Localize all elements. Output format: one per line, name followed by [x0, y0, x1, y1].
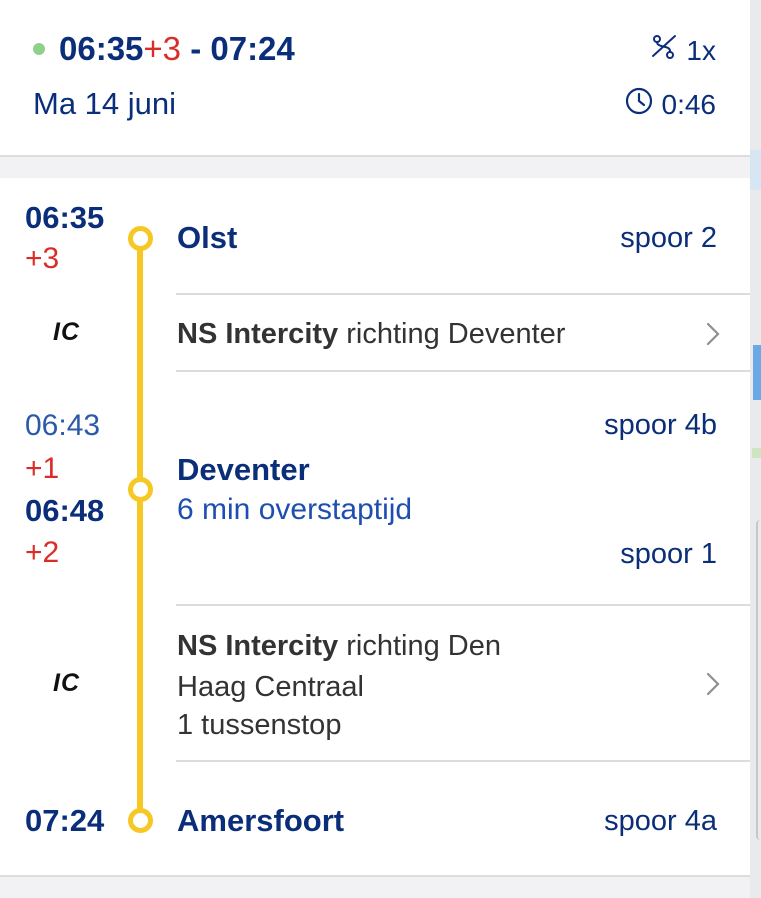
departure-time: 06:35	[25, 200, 105, 235]
divider	[176, 293, 750, 295]
map-water	[753, 345, 761, 400]
direction: richting Den	[338, 630, 501, 662]
journey-times: 06:35+3 - 07:24	[59, 30, 295, 68]
map-water	[750, 150, 761, 190]
train-type-badge: IC	[53, 669, 80, 697]
station-deventer[interactable]: Deventer	[177, 452, 310, 488]
chevron-right-icon	[706, 322, 720, 346]
divider	[176, 604, 750, 606]
station-amersfoort[interactable]: Amersfoort	[177, 803, 344, 839]
clock-icon	[624, 86, 654, 123]
transfer-count-label: 1x	[686, 34, 716, 66]
departure-time: 06:35	[59, 30, 144, 67]
stop-node-deventer	[128, 477, 153, 502]
transfer-time: 6 min overstaptijd	[177, 493, 413, 526]
arrival-time-deventer: 06:43	[25, 409, 101, 442]
chevron-right-icon	[706, 672, 720, 696]
platform-olst: spoor 2	[620, 222, 717, 254]
direction-continued: Haag Centraal	[177, 671, 364, 703]
operator: NS Intercity	[177, 630, 339, 662]
platform-amersfoort: spoor 4a	[604, 805, 717, 837]
journey-date: Ma 14 juni	[33, 86, 177, 121]
departure-platform-deventer: spoor 1	[620, 538, 717, 570]
arrival-time: 07:24	[210, 30, 295, 67]
station-olst[interactable]: Olst	[177, 220, 237, 256]
operator: NS Intercity	[177, 318, 339, 350]
time-separator: -	[181, 30, 211, 67]
departure-delay-deventer: +2	[25, 536, 60, 569]
departure-time-deventer: 06:48	[25, 493, 105, 528]
map-road	[756, 520, 760, 840]
journey-summary: 06:35+3 - 07:24 Ma 14 juni 1x 0:46	[0, 0, 750, 157]
transfer-count: 1x	[648, 32, 716, 69]
leg-description: NS Intercity richting Den	[177, 626, 501, 666]
stop-node-amersfoort	[128, 808, 153, 833]
direction: richting Deventer	[338, 318, 566, 350]
duration-label: 0:46	[661, 88, 717, 120]
journey-duration: 0:46	[624, 86, 717, 123]
leg-description: NS Intercity richting Deventer	[177, 314, 565, 354]
status-dot	[33, 43, 45, 55]
departure-delay: +3	[143, 30, 182, 67]
map-park	[752, 448, 761, 458]
map-preview[interactable]	[750, 0, 761, 898]
divider	[176, 370, 750, 372]
train-type-badge: IC	[53, 318, 80, 346]
route-line	[137, 238, 143, 478]
intermediate-stops: 1 tussenstop	[177, 709, 342, 741]
divider	[176, 760, 750, 762]
departure-delay: +3	[25, 242, 60, 275]
journey-details: 06:35 +3 Olst spoor 2 IC NS Intercity ri…	[0, 178, 750, 877]
route-line	[137, 500, 143, 810]
arrival-platform-deventer: spoor 4b	[604, 409, 717, 441]
arrival-delay-deventer: +1	[25, 452, 60, 485]
arrival-time-amersfoort: 07:24	[25, 803, 105, 838]
transfer-icon	[648, 32, 680, 69]
stop-node-olst	[128, 226, 153, 251]
